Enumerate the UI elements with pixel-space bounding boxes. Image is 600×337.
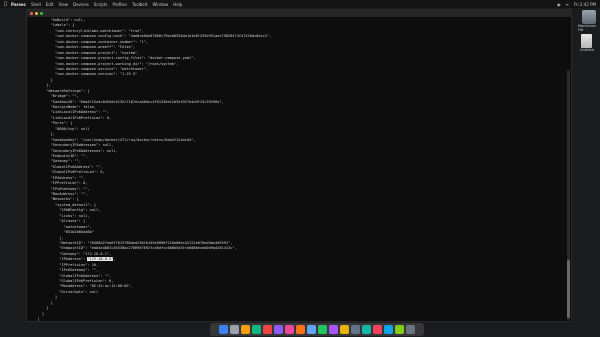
- minimize-button[interactable]: [35, 12, 38, 15]
- desktop-icon-label: Untitled: [580, 48, 594, 52]
- terminal-window[interactable]: "OnBuild": null, "Labels": { "com.centur…: [26, 9, 572, 322]
- dock-app-icon[interactable]: [329, 325, 338, 334]
- close-button[interactable]: [30, 12, 33, 15]
- menu-item-shell[interactable]: Shell: [31, 2, 41, 7]
- menu-item-devices[interactable]: Devices: [73, 2, 89, 7]
- terminal-line: ]: [29, 317, 40, 321]
- menu-items: Parsec Shell Edit View Devices Scripts Profile…: [11, 2, 187, 7]
- apple-icon[interactable]: : [4, 1, 7, 7]
- menu-item-toolbelt[interactable]: Toolbelt: [132, 2, 147, 7]
- menu-item-window[interactable]: Window: [152, 2, 168, 7]
- dock-app-icon[interactable]: [252, 325, 261, 334]
- dock-app-icon[interactable]: [274, 325, 283, 334]
- selected-text[interactable]: "172.18.0.2": [87, 257, 114, 262]
- dock-app-icon[interactable]: [230, 325, 239, 334]
- zoom-button[interactable]: [40, 12, 43, 15]
- desktop-icon-drive[interactable]: Macintosh HD: [578, 10, 600, 32]
- dock-app-icon[interactable]: [384, 325, 393, 334]
- terminal-output[interactable]: "OnBuild": null, "Labels": { "com.centur…: [29, 18, 565, 321]
- menu-status-icon[interactable]: ≡: [565, 2, 568, 7]
- menu-item-parsec[interactable]: Parsec: [11, 2, 26, 7]
- dock-app-icon[interactable]: [406, 325, 415, 334]
- terminal-titlebar: [27, 10, 571, 17]
- desktop-icon-file[interactable]: Untitled: [580, 34, 594, 52]
- dock-app-icon[interactable]: [373, 325, 382, 334]
- document-icon: [581, 34, 593, 48]
- hard-drive-icon: [582, 10, 596, 24]
- dock-app-icon[interactable]: [296, 325, 305, 334]
- dock-app-icon[interactable]: [263, 325, 272, 334]
- dock-app-icon[interactable]: [307, 325, 316, 334]
- terminal-line-suffix: ,: [113, 257, 116, 262]
- menu-item-profiles[interactable]: Profiles: [112, 2, 127, 7]
- menu-item-view[interactable]: View: [59, 2, 69, 7]
- dock-app-icon[interactable]: [241, 325, 250, 334]
- dock-app-icon[interactable]: [285, 325, 294, 334]
- dock-app-icon[interactable]: [351, 325, 360, 334]
- scrollbar-thumb[interactable]: [567, 260, 570, 318]
- dock-app-icon[interactable]: [362, 325, 371, 334]
- dock-app-icon[interactable]: [318, 325, 327, 334]
- terminal-line-prefix: "IPAddress":: [29, 257, 88, 262]
- menu-status-area: ◉ ≡ Fri 2:42 PM: [557, 2, 596, 7]
- menu-clock[interactable]: Fri 2:42 PM: [574, 2, 596, 7]
- menu-item-edit[interactable]: Edit: [46, 2, 54, 7]
- menu-status-icon[interactable]: ◉: [557, 2, 561, 7]
- menu-bar:  Parsec Shell Edit View Devices Scripts Profi…: [0, 0, 600, 8]
- menu-item-scripts[interactable]: Scripts: [94, 2, 108, 7]
- dock: [210, 323, 424, 336]
- desktop-icon-label: Macintosh HD: [578, 24, 596, 32]
- menu-item-help[interactable]: Help: [173, 2, 182, 7]
- dock-app-icon[interactable]: [395, 325, 404, 334]
- dock-app-icon[interactable]: [219, 325, 228, 334]
- dock-app-icon[interactable]: [340, 325, 349, 334]
